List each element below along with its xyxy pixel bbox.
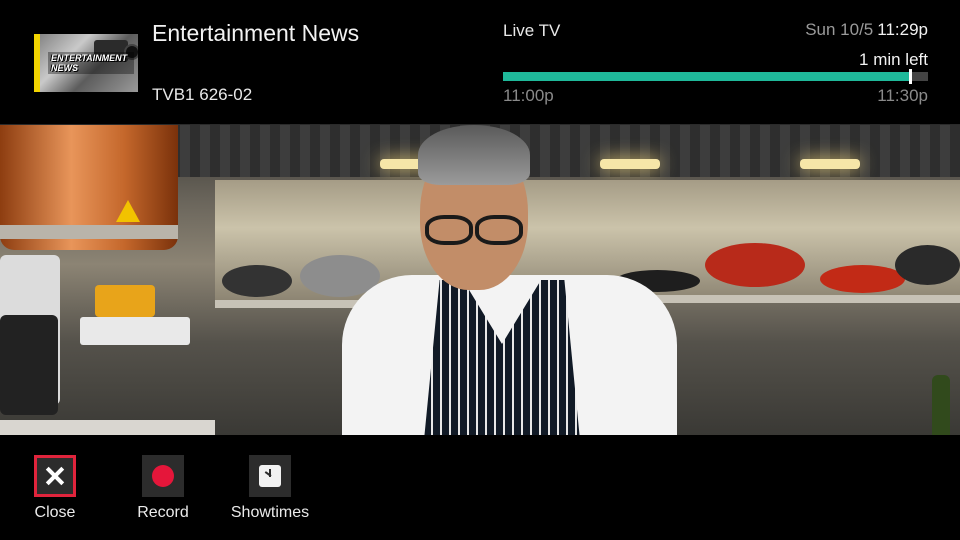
red-pan xyxy=(705,243,805,287)
close-button-box[interactable] xyxy=(34,455,76,497)
progress-fill xyxy=(503,72,911,81)
clock-icon xyxy=(259,465,281,487)
glasses xyxy=(425,215,523,245)
glasses-lens-right xyxy=(475,215,523,245)
current-time: 11:29p xyxy=(877,20,928,39)
stacked-pans xyxy=(895,245,960,285)
program-info-header: ENTERTAINMENT NEWS Entertainment News TV… xyxy=(0,0,960,125)
record-icon xyxy=(152,465,174,487)
player-controls-bar: Close Record Showtimes xyxy=(0,435,960,540)
copper-hood-rim xyxy=(0,225,178,239)
kitchen-shelf xyxy=(620,295,960,303)
yellow-container xyxy=(95,285,155,317)
hood-light xyxy=(600,159,660,169)
source-label: Live TV xyxy=(503,21,561,40)
program-title: Entertainment News xyxy=(152,20,360,46)
progress-cursor xyxy=(909,69,913,84)
coffee-machine xyxy=(0,315,58,415)
showtimes-button[interactable]: Showtimes xyxy=(226,455,314,522)
counter-edge xyxy=(0,420,215,435)
showtimes-button-box[interactable] xyxy=(249,455,291,497)
oil-bottle xyxy=(932,375,950,435)
program-progress-bar xyxy=(503,69,928,84)
red-pan xyxy=(820,265,905,293)
pot xyxy=(222,265,292,297)
live-video-frame xyxy=(0,125,960,435)
hood-light xyxy=(800,159,860,169)
glasses-lens-left xyxy=(425,215,473,245)
close-button-label: Close xyxy=(34,504,76,521)
record-button-label: Record xyxy=(137,504,189,521)
warning-sign xyxy=(116,200,140,222)
date-time: Sun 10/5 11:29p xyxy=(805,20,928,40)
record-button-box[interactable] xyxy=(142,455,184,497)
program-start-time: 11:00p xyxy=(503,86,554,105)
current-date: Sun 10/5 xyxy=(805,20,874,39)
channel-number: TVB1 626-02 xyxy=(152,85,253,104)
record-button[interactable]: Record xyxy=(130,455,196,522)
program-end-time: 11:30p xyxy=(877,86,928,105)
close-button[interactable]: Close xyxy=(30,455,80,522)
program-thumbnail: ENTERTAINMENT NEWS xyxy=(34,34,138,92)
thumbnail-accent-bar xyxy=(34,34,40,92)
close-icon xyxy=(37,458,73,494)
showtimes-button-label: Showtimes xyxy=(230,504,310,521)
time-remaining: 1 min left xyxy=(859,50,928,69)
thumbnail-logo-text: ENTERTAINMENT NEWS xyxy=(48,52,134,74)
kitchen-shelf xyxy=(215,300,375,308)
chef-hair xyxy=(418,125,530,185)
kitchen-hood xyxy=(170,125,960,177)
white-tray xyxy=(80,317,190,345)
